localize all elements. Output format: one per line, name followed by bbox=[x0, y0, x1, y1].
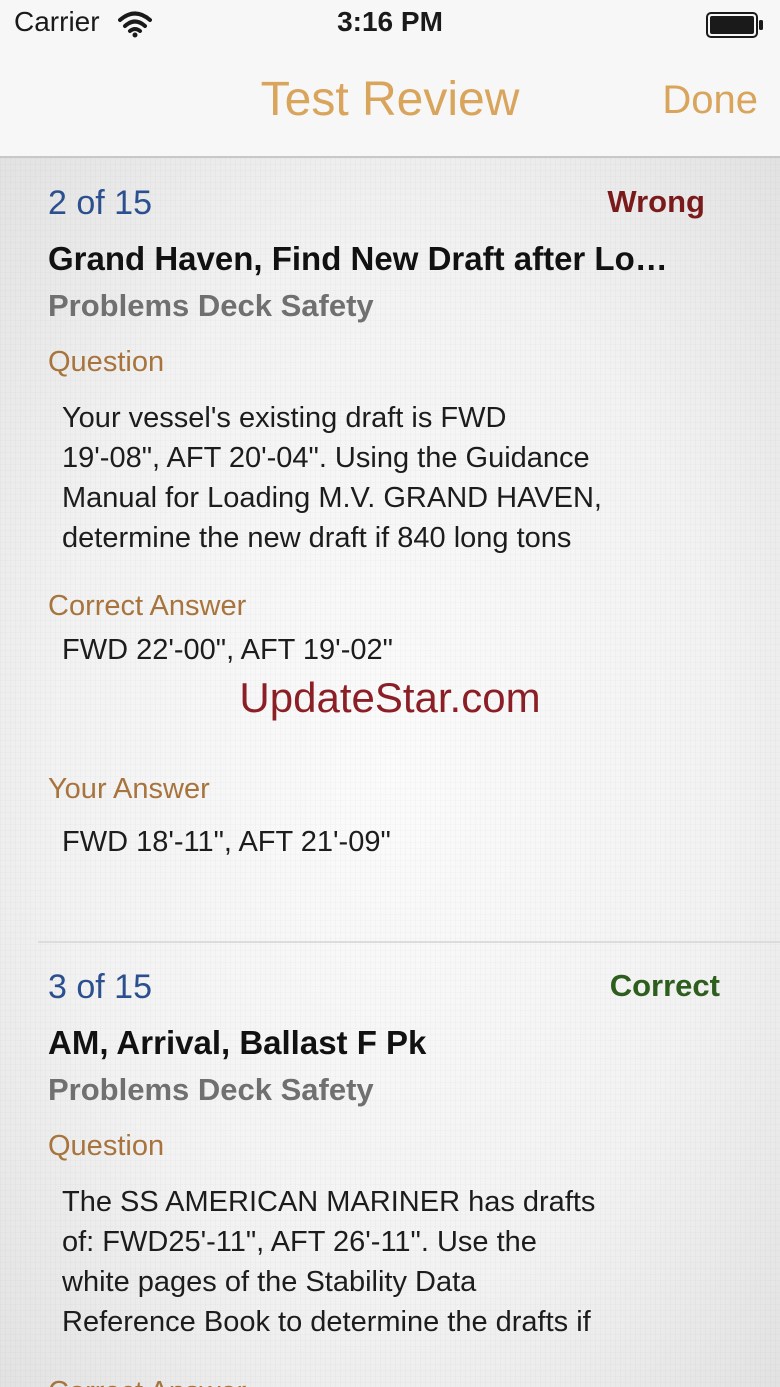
your-answer-label: Your Answer bbox=[48, 773, 210, 805]
question-line: Reference Book to determine the drafts i… bbox=[62, 1306, 591, 1338]
correct-answer-text: FWD 22'-00", AFT 19'-02" bbox=[62, 634, 393, 666]
your-answer-text: FWD 18'-11", AFT 21'-09" bbox=[62, 826, 391, 858]
battery-icon bbox=[706, 12, 763, 38]
question-text: Your vessel's existing draft is FWD 19'-… bbox=[62, 398, 742, 558]
question-line: 19'-08", AFT 20'-04". Using the Guidance bbox=[62, 442, 590, 474]
question-counter: 3 of 15 bbox=[48, 968, 152, 1006]
clock: 3:16 PM bbox=[337, 6, 443, 37]
correct-answer-label: Correct Answer bbox=[48, 590, 247, 622]
question-label: Question bbox=[48, 1130, 165, 1162]
question-category: Problems Deck Safety bbox=[48, 1072, 374, 1107]
result-status-badge: Wrong bbox=[607, 184, 705, 219]
question-counter: 2 of 15 bbox=[48, 184, 152, 222]
review-list[interactable]: 2 of 15 Wrong Grand Haven, Find New Draf… bbox=[0, 158, 780, 1387]
question-line: Your vessel's existing draft is FWD bbox=[62, 402, 507, 434]
navigation-bar: Test Review Done bbox=[0, 52, 780, 158]
question-line: of: FWD25'-11", AFT 26'-11". Use the bbox=[62, 1226, 537, 1258]
question-text: The SS AMERICAN MARINER has drafts of: F… bbox=[62, 1182, 742, 1342]
question-line: Manual for Loading M.V. GRAND HAVEN, bbox=[62, 482, 602, 514]
watermark-text: UpdateStar.com bbox=[239, 674, 541, 721]
correct-answer-label: Correct Answer bbox=[48, 1376, 246, 1387]
question-line: The SS AMERICAN MARINER has drafts bbox=[62, 1186, 596, 1218]
list-item: 2 of 15 Wrong Grand Haven, Find New Draf… bbox=[0, 158, 780, 943]
status-bar: Carrier 3:16 PM bbox=[0, 0, 780, 52]
question-category: Problems Deck Safety bbox=[48, 288, 374, 323]
question-title: Grand Haven, Find New Draft after Lo… bbox=[48, 240, 668, 277]
list-item: 3 of 15 Correct AM, Arrival, Ballast F P… bbox=[0, 943, 780, 1387]
result-status-badge: Correct bbox=[609, 968, 720, 1003]
question-line: white pages of the Stability Data bbox=[62, 1266, 477, 1298]
question-line: determine the new draft if 840 long tons bbox=[62, 522, 572, 554]
question-label: Question bbox=[48, 346, 165, 378]
question-title: AM, Arrival, Ballast F Pk bbox=[48, 1024, 427, 1061]
done-button[interactable]: Done bbox=[662, 78, 758, 123]
